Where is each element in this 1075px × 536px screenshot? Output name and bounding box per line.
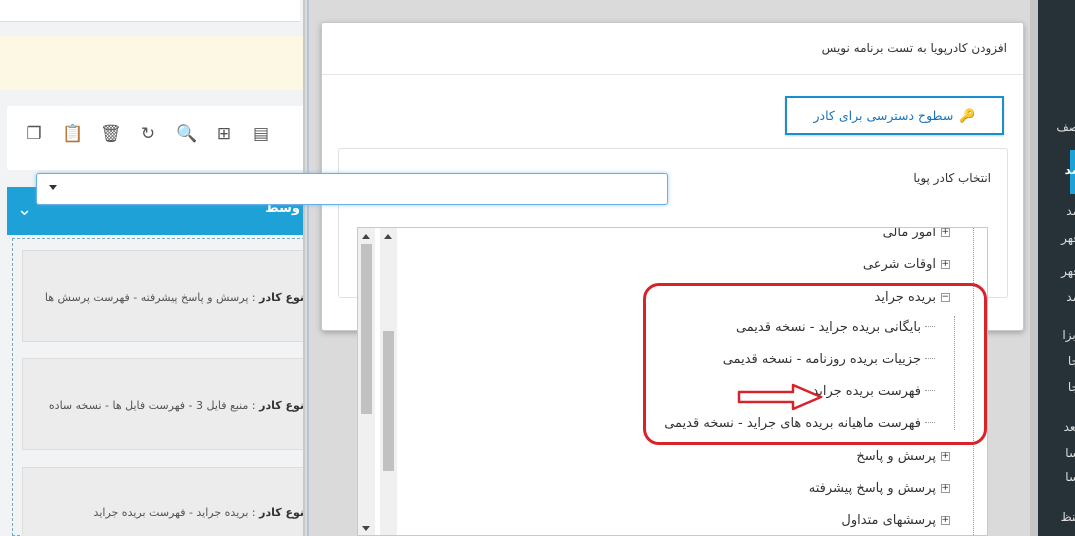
sidebar-item[interactable]: ابزا	[1062, 328, 1075, 342]
card-value: : بریده جراید - فهرست بریده جراید	[93, 506, 260, 519]
sidebar-item[interactable]: سا	[1065, 446, 1075, 460]
paste-icon[interactable]: 📋	[62, 124, 83, 144]
tree-child-item[interactable]: بایگانی بریده جراید - نسخه قدیمی	[736, 317, 935, 339]
tree-item-label: پرسشهای متداول	[841, 513, 936, 528]
card-value: : منبع فایل 3 - فهرست فایل ها - نسخه ساد…	[48, 399, 260, 412]
scroll-down-icon[interactable]	[362, 526, 370, 531]
dynamic-box-select[interactable]	[36, 173, 668, 205]
card-key: نوع کادر	[259, 291, 304, 304]
expand-plus-icon[interactable]: +	[941, 516, 950, 525]
access-levels-button-label: سطوح دسترسی برای کادر	[813, 107, 954, 123]
tree-item-label: جزییات بریده روزنامه - نسخه قدیمی	[722, 352, 921, 367]
sidebar-item[interactable]: فهر	[1061, 264, 1075, 278]
tree-child-item[interactable]: جزییات بریده روزنامه - نسخه قدیمی	[723, 349, 935, 371]
tree-item-label: امور مالی	[882, 227, 936, 240]
tree-item[interactable]: + اوقات شرعی	[863, 254, 950, 276]
tree-item-label: فهرست بریده جراید	[812, 384, 921, 399]
expand-plus-icon[interactable]: +	[941, 228, 950, 237]
tree-item-label: بایگانی بریده جراید - نسخه قدیمی	[735, 320, 921, 335]
sidebar-item[interactable]: جا	[1068, 380, 1075, 394]
trash-icon[interactable]: 🗑	[100, 124, 122, 144]
tree-item-label: فهرست ماهیانه بریده های جراید - نسخه قدی…	[664, 416, 921, 431]
expand-plus-icon[interactable]: +	[941, 260, 950, 269]
expand-plus-icon[interactable]: +	[941, 484, 950, 493]
key-icon: 🔑	[959, 108, 976, 124]
sidebar-item[interactable]: مد	[1066, 204, 1075, 218]
modal-title: افزودن کادرپویا به تست برنامه نویس	[821, 41, 1007, 55]
tree-child-item[interactable]: فهرست ماهیانه بریده های جراید - نسخه قدی…	[664, 413, 935, 435]
tree-child-item-target[interactable]: فهرست بریده جراید	[812, 381, 935, 403]
expand-plus-icon[interactable]: +	[941, 452, 950, 461]
sidebar-item[interactable]: فهر	[1061, 231, 1075, 245]
arrow-right-icon	[737, 383, 823, 411]
background-card: نوع کادر : منبع فایل 3 - فهرست فایل ها -…	[22, 358, 310, 450]
sidebar-item[interactable]: سا	[1065, 470, 1075, 484]
sidebar-item[interactable]: تعد	[1064, 420, 1075, 434]
tree-item[interactable]: + امور مالی	[882, 227, 950, 244]
backdrop-divider	[307, 0, 309, 536]
card-key: نوع کادر	[259, 506, 304, 519]
caret-down-icon	[49, 185, 57, 190]
scrollbar-thumb[interactable]	[383, 331, 394, 471]
tree-item[interactable]: + پرسش و پاسخ	[856, 446, 950, 468]
sidebar-item[interactable]: مد	[1065, 163, 1075, 177]
tree-connector	[925, 326, 935, 327]
tree-connector	[925, 358, 935, 359]
background-alert	[0, 36, 310, 90]
tree-connector	[925, 422, 935, 423]
copy-icon[interactable]: ❐	[24, 124, 44, 144]
tree-item[interactable]: + پرسشهای متداول	[841, 510, 950, 532]
tree-guide-line	[973, 228, 974, 535]
tree-item-expanded[interactable]: −بریده جراید	[875, 287, 950, 309]
tree-item[interactable]: + پرسش و پاسخ پیشرفته	[809, 478, 950, 500]
background-card: نوع کادر : پرسش و پاسخ پیشرفته - فهرست پ…	[22, 250, 310, 342]
background-toolbar: ❐ 📋 🗑 ↻ 🔍 ⊞ ▤	[7, 106, 307, 170]
modal-header: افزودن کادرپویا به تست برنامه نویس	[322, 23, 1023, 75]
add-box-icon[interactable]: ⊞	[214, 124, 234, 144]
access-levels-button[interactable]: 🔑 سطوح دسترسی برای کادر	[785, 96, 1004, 135]
search-icon[interactable]: 🔍	[176, 124, 197, 144]
background-page: ❐ 📋 🗑 ↻ 🔍 ⊞ ▤ ⌄ وسط نوع کادر : پرسش و پا…	[0, 0, 310, 536]
tree-connector	[925, 390, 935, 391]
sidebar-item[interactable]: تنظ	[1061, 510, 1075, 524]
card-key: نوع کادر	[259, 399, 304, 412]
scroll-up-icon[interactable]	[384, 234, 392, 239]
background-topbar	[0, 0, 300, 22]
dynamic-box-dropdown[interactable]: + امور مالی + اوقات شرعی −بریده جراید بایگ…	[357, 227, 988, 536]
add-layout-icon[interactable]: ▤	[251, 124, 271, 144]
tree-item-label: اوقات شرعی	[862, 257, 936, 272]
scrollbar-thumb[interactable]	[361, 244, 372, 414]
outer-scrollbar[interactable]	[358, 228, 375, 535]
scroll-up-icon[interactable]	[362, 234, 370, 239]
sidebar-item[interactable]: صف	[1056, 120, 1075, 134]
sidebar-item[interactable]: مد	[1066, 290, 1075, 304]
inner-scrollbar[interactable]	[380, 228, 397, 535]
collapse-minus-icon[interactable]: −	[941, 293, 950, 302]
refresh-icon[interactable]: ↻	[138, 124, 158, 144]
tree-item-label: پرسش و پاسخ	[856, 449, 936, 464]
background-card: نوع کادر : بریده جراید - فهرست بریده جرا…	[22, 467, 310, 536]
tree-item-label: پرسش و پاسخ پیشرفته	[808, 481, 936, 496]
select-label: انتخاب کادر پویا	[913, 171, 991, 185]
chevron-down-icon[interactable]: ⌄	[17, 199, 32, 220]
backdrop-scroll-edge	[1030, 0, 1038, 536]
right-sidebar: صف مد مد فهر فهر مد ابزا جا جا تعد سا سا…	[1038, 0, 1075, 536]
tree-item-label: بریده جراید	[874, 290, 936, 305]
card-value: : پرسش و پاسخ پیشرفته - فهرست پرسش ها	[44, 291, 260, 304]
tree-guide-line	[954, 316, 955, 430]
sidebar-item[interactable]: جا	[1068, 354, 1075, 368]
